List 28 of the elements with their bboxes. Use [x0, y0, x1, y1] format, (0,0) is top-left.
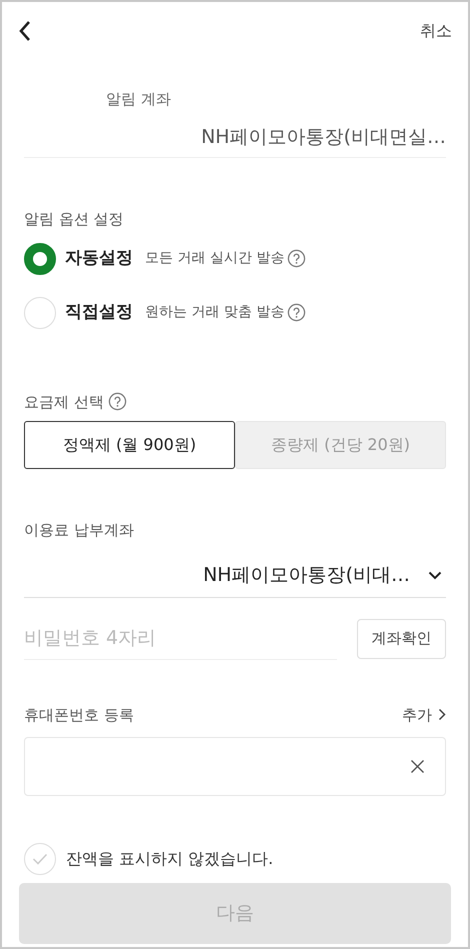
help-icon[interactable]: [287, 303, 306, 322]
chevron-down-icon: [428, 570, 442, 580]
account-dropdown[interactable]: NH페이모아통장(비대…: [24, 554, 446, 598]
cancel-link[interactable]: 취소: [420, 19, 452, 43]
verify-account-button[interactable]: 계좌확인: [357, 618, 446, 658]
option-label[interactable]: 자동설정: [65, 246, 133, 272]
option-description: 원하는 거래 맞춤 발송: [145, 303, 284, 322]
section-title: 요금제 선택: [24, 392, 104, 412]
field-label: 이용료 납부계좌: [24, 520, 135, 541]
radio-button[interactable]: [24, 242, 56, 274]
help-icon[interactable]: [287, 249, 306, 268]
back-icon[interactable]: [18, 20, 32, 42]
option-description: 모든 거래 실시간 발송: [145, 249, 284, 268]
checkbox[interactable]: [24, 843, 56, 875]
help-icon[interactable]: [108, 392, 127, 412]
plan-tab[interactable]: 정액제 (월 900원): [24, 421, 235, 469]
chevron-right-icon: [438, 708, 446, 722]
field-label: 알림 계좌: [106, 89, 171, 110]
password-field[interactable]: 비밀번호 4자리: [24, 618, 337, 660]
field-label: 휴대폰번호 등록: [24, 704, 134, 726]
phone-input-field[interactable]: [24, 737, 446, 796]
add-link[interactable]: 추가: [402, 704, 446, 726]
section-title: 알림 옵션 설정: [24, 209, 125, 230]
clear-icon[interactable]: [410, 759, 425, 774]
account-value: NH페이모아통장(비대면실…: [201, 125, 446, 150]
check-icon: [32, 853, 48, 865]
checkbox-label[interactable]: 잔액을 표시하지 않겠습니다.: [66, 847, 274, 871]
option-label[interactable]: 직접설정: [65, 300, 133, 326]
